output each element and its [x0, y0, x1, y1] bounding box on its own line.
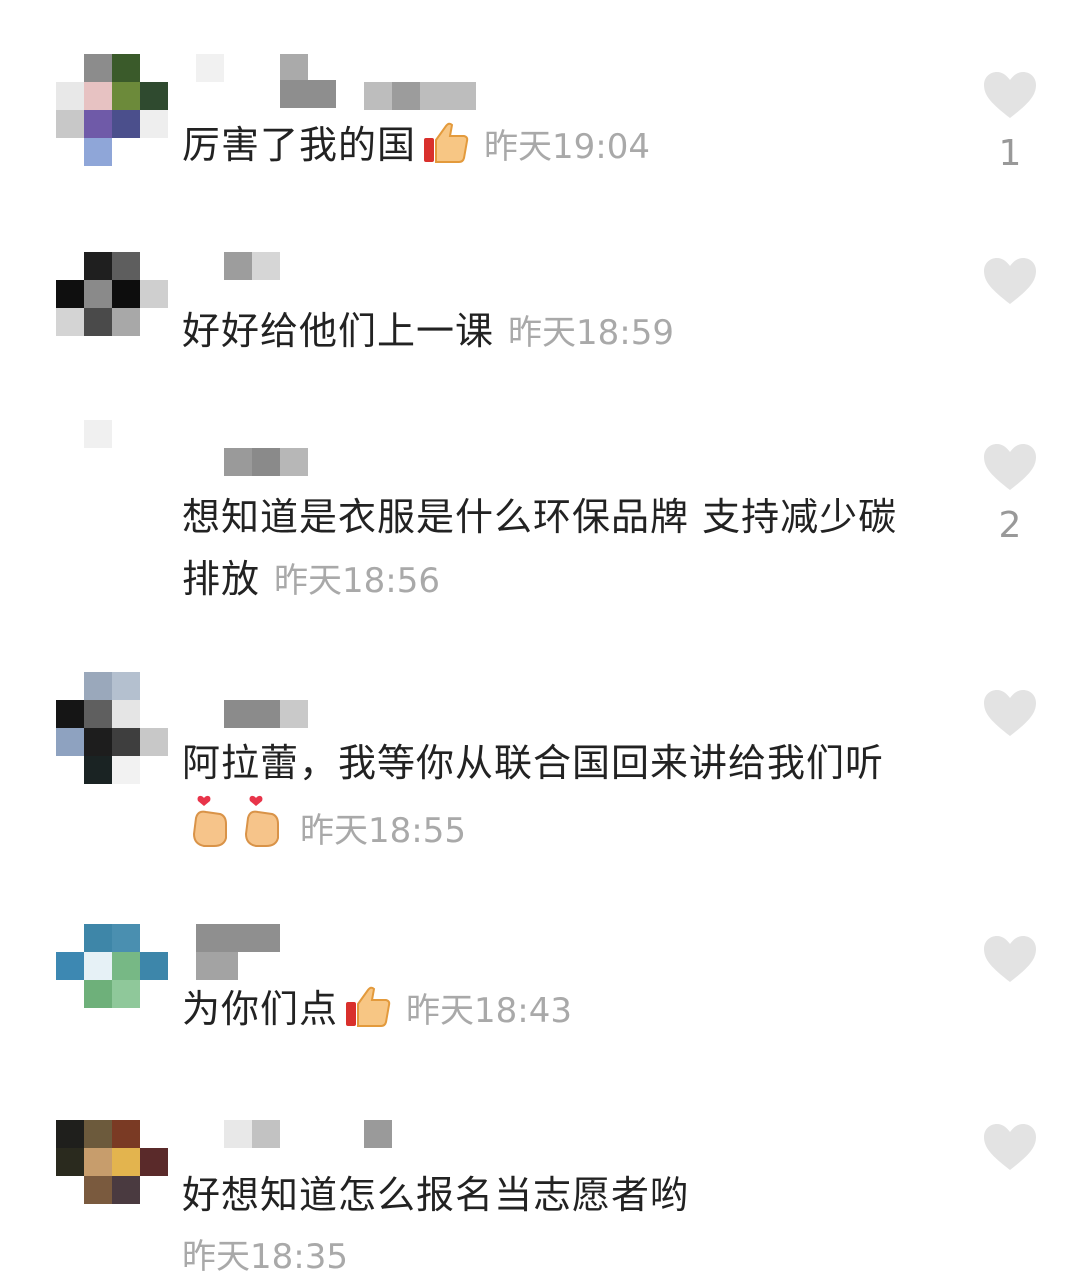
like-button[interactable]: 1	[980, 70, 1040, 174]
like-count: 2	[998, 505, 1022, 546]
comment-timestamp: 昨天18:55	[300, 811, 466, 851]
avatar[interactable]	[56, 672, 168, 784]
like-count: 1	[998, 133, 1022, 174]
like-button[interactable]	[980, 934, 1040, 1038]
heart-icon	[984, 1124, 1036, 1170]
comment-timestamp-row: 昨天18:35	[182, 1224, 922, 1288]
comment-feed: { "comments": [ { "text": "厉害了我的国", "emo…	[0, 0, 1071, 1285]
avatar[interactable]	[56, 54, 168, 166]
thumbs-up-icon	[344, 984, 392, 1046]
comment-item: 厉害了我的国 昨天19:04 1	[0, 0, 1071, 200]
comment-text: 好想知道怎么报名当志愿者哟	[182, 1173, 690, 1217]
comment-text: 为你们点 昨天18:43	[182, 978, 922, 1046]
comment-item: 为你们点 昨天18:43	[0, 910, 1071, 1110]
avatar[interactable]	[56, 924, 168, 1036]
like-button[interactable]: 2	[980, 442, 1040, 546]
comment-timestamp: 昨天18:56	[274, 561, 440, 601]
like-count	[980, 1186, 1040, 1226]
like-count	[980, 752, 1040, 792]
avatar[interactable]	[56, 1120, 168, 1232]
comment-text: 好好给他们上一课 昨天18:59	[182, 309, 674, 353]
thumbs-up-icon	[422, 120, 470, 182]
heart-icon	[984, 72, 1036, 118]
comment-item: 好好给他们上一课 昨天18:59	[0, 200, 1071, 400]
like-button[interactable]	[980, 1122, 1040, 1226]
like-button[interactable]	[980, 688, 1040, 792]
comment-timestamp: 昨天18:59	[508, 313, 674, 353]
comment-text: 想知道是衣服是什么环保品牌 支持减少碳排放 昨天18:56	[182, 495, 898, 601]
heart-icon	[984, 444, 1036, 490]
heart-icon	[984, 690, 1036, 736]
finger-heart-icon	[240, 794, 286, 866]
comment-text: 阿拉蕾，我等你从联合国回来讲给我们听昨天18:55	[182, 732, 922, 866]
finger-heart-icon	[188, 794, 234, 866]
heart-icon	[984, 936, 1036, 982]
comment-item: 好想知道怎么报名当志愿者哟 昨天18:35	[0, 1110, 1071, 1285]
like-count	[980, 320, 1040, 360]
like-count	[980, 998, 1040, 1038]
like-button[interactable]	[980, 256, 1040, 360]
comment-timestamp: 昨天19:04	[484, 127, 650, 167]
avatar[interactable]	[56, 420, 168, 532]
comment-timestamp: 昨天18:43	[406, 991, 572, 1031]
comment-text: 厉害了我的国 昨天19:04	[182, 114, 922, 182]
comment-item: 想知道是衣服是什么环保品牌 支持减少碳排放 昨天18:56 2	[0, 400, 1071, 650]
comment-timestamp: 昨天18:35	[182, 1237, 348, 1277]
comment-item: 阿拉蕾，我等你从联合国回来讲给我们听昨天18:55	[0, 650, 1071, 910]
heart-icon	[984, 258, 1036, 304]
avatar[interactable]	[56, 252, 168, 364]
